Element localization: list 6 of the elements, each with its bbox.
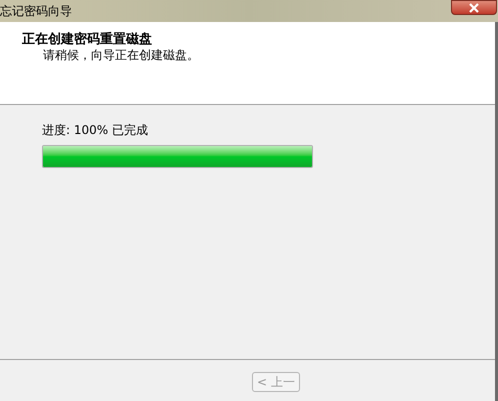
progress-label: 进度: 100% 已完成 — [42, 122, 149, 138]
close-button[interactable] — [451, 0, 497, 15]
window-title: 忘记密码向导 — [0, 3, 72, 20]
header-title: 正在创建密码重置磁盘 — [22, 32, 153, 48]
close-icon — [468, 2, 480, 12]
header-subtitle: 请稍候，向导正在创建磁盘。 — [42, 48, 200, 63]
